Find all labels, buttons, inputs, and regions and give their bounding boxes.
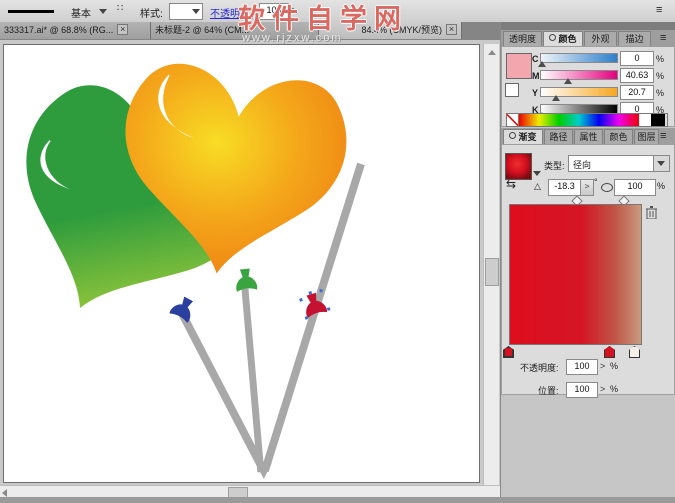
canvas-region [0,40,500,497]
tab-gradient[interactable]: 渐变 [503,129,543,144]
color-spectrum-bar[interactable] [506,113,668,127]
panel-dock: 透明度 颜色 外观 描边 ≡ C 0 % M 40.63 % Y [500,22,675,497]
angle-spinner[interactable]: > [580,179,594,196]
yellow-value-input[interactable]: 20.7 [620,85,654,100]
slider-label-m: M [532,71,540,81]
aspect-ratio-input[interactable]: 100 [614,179,656,196]
yellow-slider-handle[interactable] [552,95,560,101]
gradient-type-dropdown[interactable]: 径向 [568,155,670,172]
stop-opacity-spinner[interactable]: > [600,361,605,371]
stop-opacity-input[interactable]: 100 [566,359,598,375]
doc-tab-1[interactable]: 333317.ai* @ 68.8% (RG...× [0,22,151,39]
magenta-value-input[interactable]: 40.63 [620,68,654,83]
tab-color-2[interactable]: 颜色 [604,129,633,144]
gradient-angle-input[interactable]: -18.3 [548,179,581,196]
dropdown-button[interactable] [653,156,669,171]
control-bar: 基本 ∷ 样式: 不透明度: 100 > ≡ [0,0,675,23]
gradient-panel-group: 渐变 路径 属性 颜色 图层 ≡ 类型: 径向 [501,128,675,144]
type-label: 类型: [544,159,565,172]
fill-color-swatch[interactable] [506,53,532,79]
scroll-up-icon[interactable] [488,50,496,55]
color-panel-tabs: 透明度 颜色 外观 描边 ≡ [501,30,675,46]
tab-pathfinder[interactable]: 路径 [544,129,573,144]
cyan-slider-handle[interactable] [538,61,546,67]
stroke-preview-line [8,10,54,13]
tab-attributes[interactable]: 属性 [574,129,603,144]
angle-icon: △ [534,181,541,192]
color-panel-body: C 0 % M 40.63 % Y 20.7 % K 0 % [501,46,675,127]
panel-dot-icon [509,132,516,139]
gradient-stop-right[interactable] [629,346,640,358]
gradient-swatch[interactable] [505,153,532,180]
doc-tab-3[interactable]: 84.4% (CMYK/预览)× [319,22,462,39]
opacity-spinner[interactable]: > [291,5,296,15]
scroll-left-icon[interactable] [2,489,7,497]
chevron-down-icon [192,9,200,14]
style-label: 样式: [140,5,163,20]
stroke-style-label[interactable]: 基本 [71,5,91,20]
gradient-panel-tabs: 渐变 路径 属性 颜色 图层 ≡ [501,128,675,144]
tab-layers[interactable]: 图层 [634,129,659,144]
color-panel-group: 透明度 颜色 外观 描边 ≡ C 0 % M 40.63 % Y [501,30,675,46]
opacity-link[interactable]: 不透明度: [210,5,253,20]
gradient-swatch-menu-icon[interactable] [533,171,541,176]
degree-sign: ° [594,177,598,187]
chevron-down-icon[interactable] [99,9,107,14]
tab-color[interactable]: 颜色 [543,31,583,46]
stop-location-input[interactable]: 100 [566,382,598,398]
stop-opacity-label: 不透明度: [520,361,559,374]
vertical-scrollbar[interactable] [483,44,499,485]
artwork [4,45,477,480]
reverse-gradient-icon[interactable]: ⇆ [506,179,516,190]
magenta-slider[interactable] [540,70,618,80]
tab-stroke[interactable]: 描边 [618,31,651,46]
trash-icon[interactable] [646,206,657,219]
style-dropdown[interactable] [169,3,203,20]
window-bottom-edge [0,497,675,503]
opacity-input[interactable]: 100 [259,3,289,20]
spectrum-gradient[interactable] [519,114,639,126]
panel-dot-icon [549,34,556,41]
dock-header [501,22,675,30]
stroke-color-swatch[interactable] [505,83,519,97]
gradient-stop-mid[interactable] [604,346,615,358]
white-swatch[interactable] [639,114,651,126]
stop-location-label: 位置: [538,384,559,397]
vertical-scroll-thumb[interactable] [485,258,499,286]
none-swatch[interactable] [507,114,519,126]
gradient-panel-body: 类型: 径向 ⇆ △ -18.3 > ° 100 % [501,144,675,395]
green-knot[interactable] [234,268,257,292]
magenta-slider-handle[interactable] [564,78,572,84]
close-icon[interactable]: × [446,24,457,35]
cyan-slider[interactable] [540,53,618,63]
close-icon[interactable]: × [117,24,128,35]
tab-transparency[interactable]: 透明度 [503,31,542,46]
black-swatch[interactable] [651,114,665,126]
panel-menu-icon[interactable]: ≡ [660,33,666,44]
artboard[interactable] [3,44,480,483]
tab-appearance[interactable]: 外观 [584,31,617,46]
blue-knot[interactable] [169,294,198,323]
bar-menu-icon[interactable]: ≡ [656,5,662,16]
cyan-value-input[interactable]: 0 [620,51,654,66]
slider-label-y: Y [532,88,538,98]
aspect-ratio-icon [601,183,613,192]
doc-tab-2[interactable]: 未标题-2 @ 64% (CM... [151,22,319,39]
gradient-slider-preview[interactable] [509,204,642,345]
panel-menu-icon[interactable]: ≡ [660,131,666,142]
gradient-stop-left[interactable] [503,346,514,358]
width-profile-icon[interactable]: ∷ [117,3,124,14]
stop-location-spinner[interactable]: > [600,384,605,394]
chevron-down-icon [657,161,665,166]
